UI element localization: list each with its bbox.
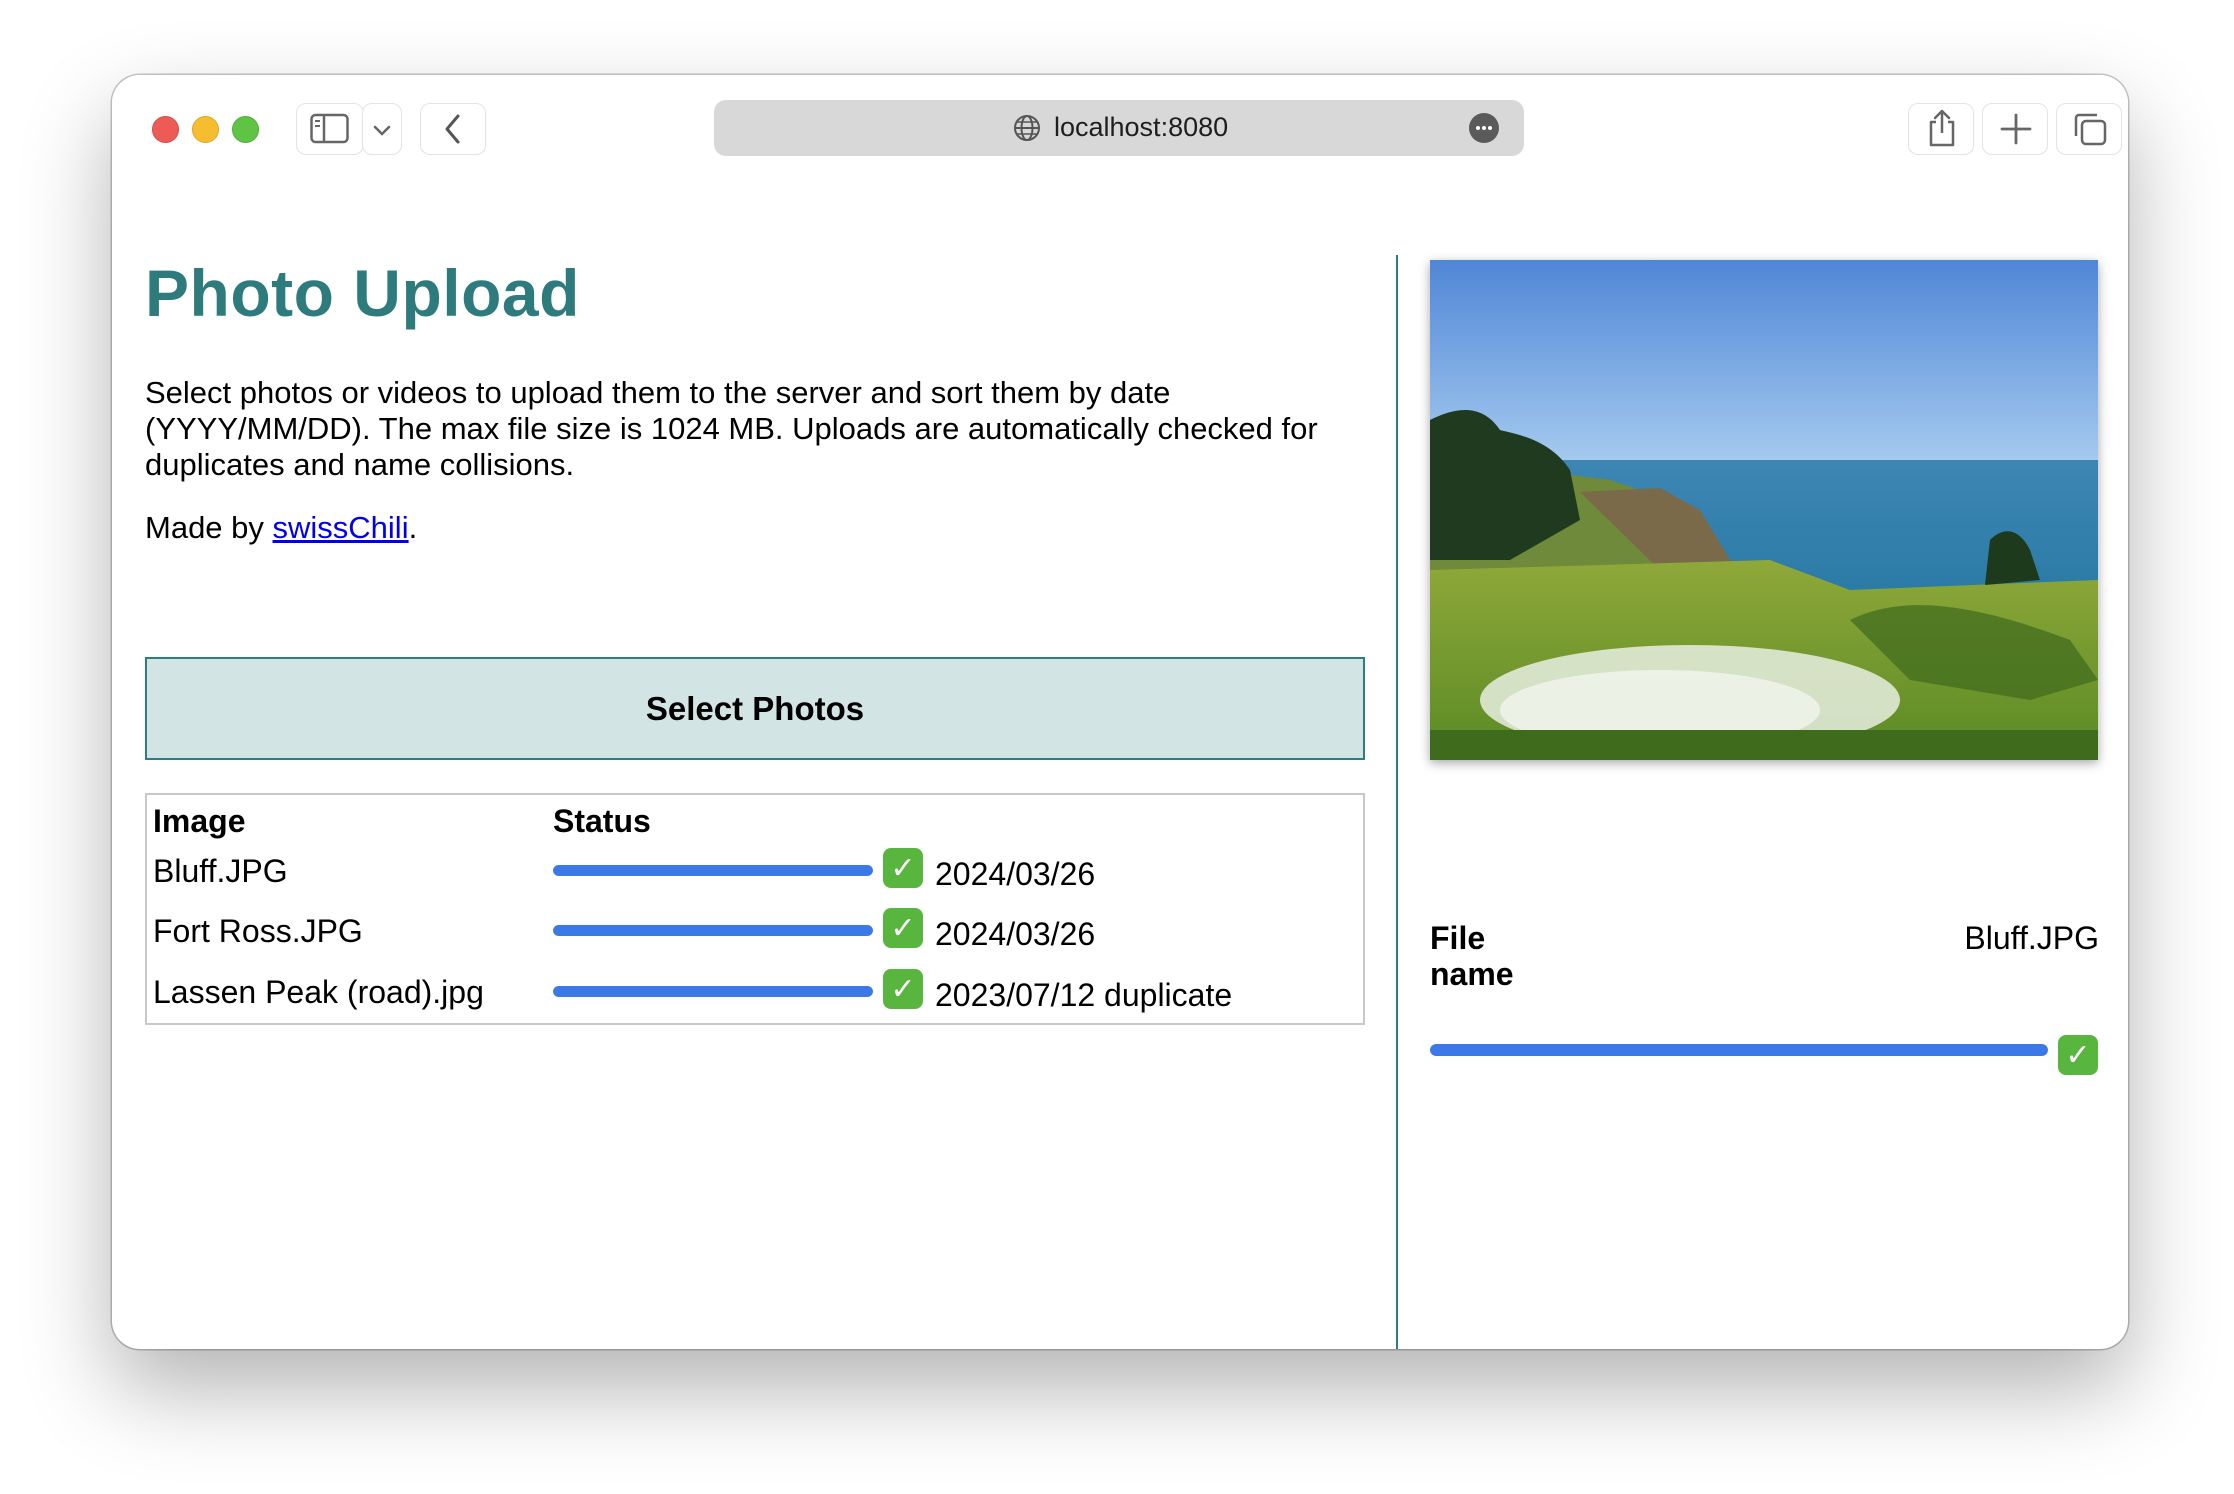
browser-toolbar: localhost:8080 — [112, 75, 2128, 180]
check-mark-icon: ✓ — [2058, 1035, 2098, 1075]
table-row: Fort Ross.JPG ✓ 2024/03/26 — [147, 908, 1363, 973]
upload-progress-bar — [553, 925, 873, 936]
table-row: Bluff.JPG ✓ 2024/03/26 — [147, 848, 1363, 913]
globe-icon — [1014, 115, 1040, 141]
url-text: localhost:8080 — [1054, 112, 1229, 142]
file-name: Bluff.JPG — [153, 853, 288, 889]
sidebar-icon — [310, 113, 349, 144]
page-title: Photo Upload — [145, 256, 580, 330]
author-link[interactable]: swissChili — [273, 510, 409, 545]
upload-progress-bar — [553, 865, 873, 876]
page-content: Photo Upload Select photos or videos to … — [112, 180, 2128, 1349]
upload-result: 2024/03/26 — [935, 856, 1096, 892]
page-options-icon[interactable] — [1469, 113, 1499, 143]
back-button[interactable] — [420, 103, 486, 155]
column-header-status: Status — [553, 803, 651, 839]
check-mark-icon: ✓ — [883, 969, 923, 1009]
upload-result: 2024/03/26 — [935, 916, 1096, 952]
credits-prefix: Made by — [145, 510, 273, 545]
minimize-window-button[interactable] — [192, 116, 219, 143]
photo-preview — [1430, 260, 2098, 760]
tab-overview-icon — [2074, 113, 2107, 146]
file-name: Lassen Peak (road).jpg — [153, 974, 484, 1010]
credits-suffix: . — [408, 510, 418, 545]
upload-table: Image Status Bluff.JPG ✓ 2024/03/26 Fort… — [145, 793, 1365, 1025]
chevron-left-icon — [445, 114, 460, 144]
file-name-value: Bluff.JPG — [1964, 920, 2099, 956]
share-icon — [1929, 109, 1955, 147]
select-photos-button[interactable]: Select Photos — [145, 657, 1365, 760]
zoom-window-button[interactable] — [232, 116, 259, 143]
address-bar[interactable]: localhost:8080 — [714, 100, 1524, 156]
close-window-button[interactable] — [152, 116, 179, 143]
new-tab-button[interactable] — [1982, 103, 2048, 155]
share-button[interactable] — [1908, 103, 1974, 155]
column-header-image: Image — [153, 803, 246, 839]
upload-result: 2023/07/12 duplicate — [935, 977, 1233, 1013]
chevron-down-icon — [373, 125, 391, 136]
credits: Made by swissChili. — [145, 510, 417, 546]
table-row: Lassen Peak (road).jpg ✓ 2023/07/12 dupl… — [147, 969, 1363, 1034]
check-mark-icon: ✓ — [883, 848, 923, 888]
preview-progress-bar — [1430, 1044, 2048, 1056]
panel-divider — [1396, 255, 1398, 1349]
tab-overview-button[interactable] — [2056, 103, 2122, 155]
check-mark-icon: ✓ — [883, 908, 923, 948]
file-name: Fort Ross.JPG — [153, 913, 363, 949]
sidebar-toggle-button[interactable] — [296, 103, 364, 155]
tab-group-dropdown-button[interactable] — [362, 103, 402, 155]
file-name-label: File name — [1430, 920, 1514, 992]
upload-progress-bar — [553, 986, 873, 997]
page-description: Select photos or videos to upload them t… — [145, 375, 1318, 482]
browser-window: localhost:8080 Photo Upload Select photo… — [112, 75, 2128, 1349]
plus-icon — [2000, 113, 2032, 145]
coastal-landscape-image — [1430, 260, 2098, 760]
